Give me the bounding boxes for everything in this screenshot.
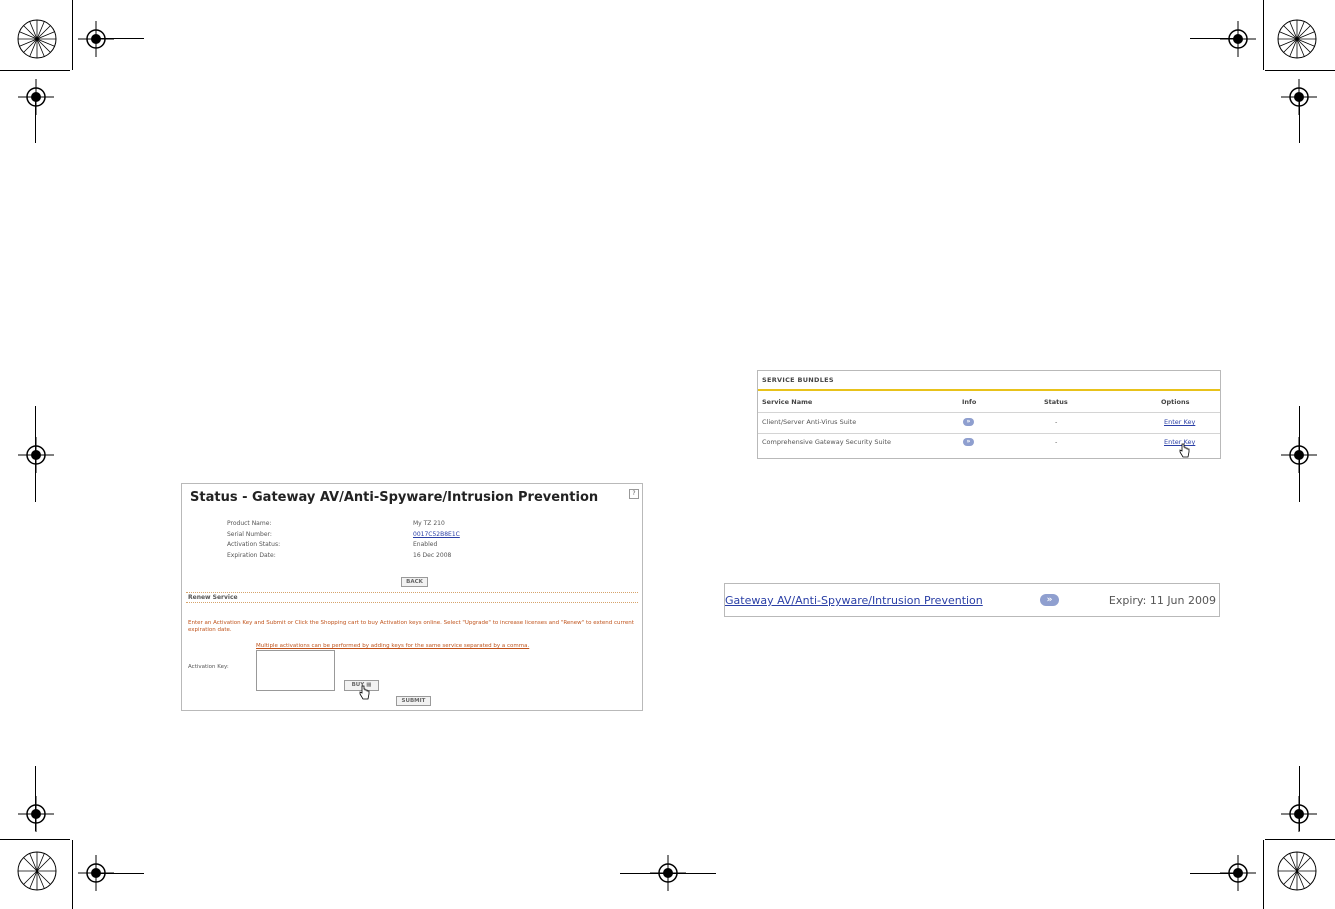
- row-divider: [758, 412, 1220, 413]
- crop-line: [35, 97, 36, 143]
- column-header-options: Options: [1161, 398, 1190, 406]
- serial-number-link[interactable]: 0017C52B8E1C: [413, 531, 460, 538]
- crop-line: [1265, 839, 1335, 840]
- crop-line: [1263, 0, 1264, 70]
- page-title: Status - Gateway AV/Anti-Spyware/Intrusi…: [190, 490, 599, 505]
- row-divider: [758, 433, 1220, 434]
- crop-line: [1190, 38, 1238, 39]
- crop-line: [96, 38, 144, 39]
- status-cell: -: [1055, 438, 1058, 446]
- registration-star-icon: [1277, 851, 1317, 891]
- crop-line: [72, 840, 73, 909]
- crop-line: [1299, 766, 1300, 831]
- service-bundles-title: SERVICE BUNDLES: [762, 376, 834, 384]
- status-panel: Status - Gateway AV/Anti-Spyware/Intrusi…: [181, 483, 643, 711]
- divider: [186, 592, 638, 593]
- renew-instructions: Enter an Activation Key and Submit or Cl…: [188, 620, 634, 633]
- activation-key-input[interactable]: [256, 650, 335, 691]
- multiple-activations-note: Multiple activations can be performed by…: [256, 643, 530, 649]
- info-arrow-icon[interactable]: »: [1040, 594, 1059, 606]
- column-header-status: Status: [1044, 398, 1068, 406]
- crop-line: [35, 766, 36, 831]
- gateway-service-row: Gateway AV/Anti-Spyware/Intrusion Preven…: [724, 583, 1220, 617]
- hand-cursor-icon: [1179, 443, 1190, 458]
- help-button[interactable]: ?: [629, 489, 639, 499]
- column-header-service-name: Service Name: [762, 398, 813, 406]
- status-cell: -: [1055, 418, 1058, 426]
- info-arrow-icon[interactable]: »: [963, 438, 974, 446]
- renew-service-header: Renew Service: [188, 594, 238, 601]
- hand-cursor-icon: [359, 685, 370, 700]
- crop-line: [1265, 70, 1335, 71]
- crop-line: [1299, 406, 1300, 502]
- crosshair-icon: [78, 21, 114, 57]
- crop-line: [72, 0, 73, 70]
- expiration-date-label: Expiration Date:: [227, 552, 276, 559]
- submit-button[interactable]: SUBMIT: [396, 696, 431, 706]
- crosshair-icon: [1220, 21, 1256, 57]
- activation-key-label: Activation Key:: [188, 664, 229, 670]
- accent-bar: [758, 389, 1220, 391]
- product-name-value: My TZ 210: [413, 520, 445, 527]
- registration-star-icon: [17, 851, 57, 891]
- divider: [186, 602, 638, 603]
- serial-number-label: Serial Number:: [227, 531, 272, 538]
- info-arrow-icon[interactable]: »: [963, 418, 974, 426]
- crosshair-icon: [18, 79, 54, 115]
- gateway-service-link[interactable]: Gateway AV/Anti-Spyware/Intrusion Preven…: [725, 594, 983, 607]
- registration-star-icon: [17, 19, 57, 59]
- expiry-date: Expiry: 11 Jun 2009: [1108, 594, 1216, 607]
- back-button[interactable]: BACK: [401, 577, 428, 587]
- crop-line: [1299, 97, 1300, 143]
- enter-key-link[interactable]: Enter Key: [1164, 418, 1195, 426]
- crosshair-icon: [18, 437, 54, 473]
- crop-line: [0, 839, 70, 840]
- crop-line: [620, 873, 716, 874]
- service-bundles-table: SERVICE BUNDLES Service Name Info Status…: [757, 370, 1221, 459]
- service-name-cell: Client/Server Anti-Virus Suite: [762, 418, 857, 426]
- crop-line: [0, 70, 70, 71]
- crosshair-icon: [18, 796, 54, 832]
- activation-status-label: Activation Status:: [227, 541, 281, 548]
- product-name-label: Product Name:: [227, 520, 272, 527]
- crop-line: [1263, 840, 1264, 909]
- crop-line: [96, 873, 144, 874]
- activation-status-value: Enabled: [413, 541, 438, 548]
- column-header-info: Info: [962, 398, 977, 406]
- service-name-cell: Comprehensive Gateway Security Suite: [762, 438, 891, 446]
- crop-line: [35, 406, 36, 502]
- registration-star-icon: [1277, 19, 1317, 59]
- expiration-date-value: 16 Dec 2008: [413, 552, 452, 559]
- crop-line: [1190, 873, 1238, 874]
